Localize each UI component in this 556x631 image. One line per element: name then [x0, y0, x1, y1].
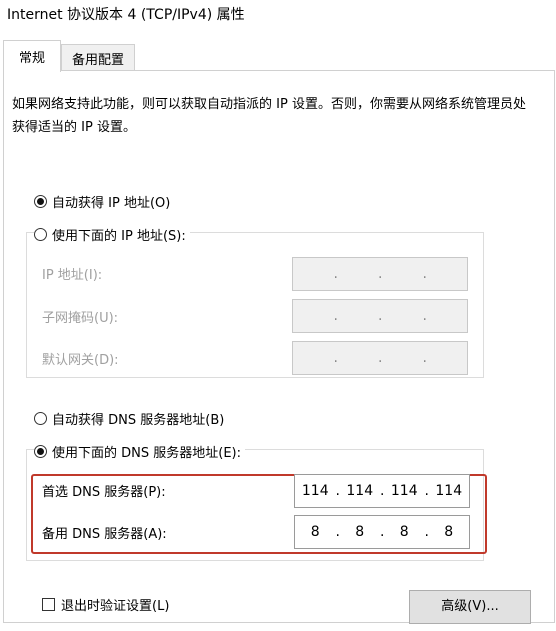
ip-octet	[293, 342, 334, 374]
ip-octet	[338, 342, 379, 374]
description-text: 如果网络支持此功能，则可以获取自动指派的 IP 设置。否则，你需要从网络系统管理…	[12, 97, 526, 135]
subnet-mask-label: 子网掩码(U):	[42, 311, 119, 326]
ip-octet	[293, 258, 334, 290]
ip-octet	[427, 258, 468, 290]
dns-octet: 8	[399, 524, 409, 540]
dns-octet: 114	[301, 483, 329, 499]
tcpip-properties-dialog: Internet 协议版本 4 (TCP/IPv4) 属性 常规 备用配置 如果…	[0, 0, 556, 631]
radio-button-selected[interactable]	[34, 195, 47, 208]
ip-octet	[427, 300, 468, 332]
validate-on-exit-checkbox[interactable]	[42, 598, 55, 611]
tab-general[interactable]: 常规	[3, 40, 61, 72]
advanced-button[interactable]: 高级(V)...	[409, 590, 531, 624]
radio-button-selected[interactable]	[34, 445, 47, 458]
preferred-dns-label: 首选 DNS 服务器(P):	[42, 485, 166, 500]
general-tab-panel: 如果网络支持此功能，则可以获取自动指派的 IP 设置。否则，你需要从网络系统管理…	[3, 70, 555, 624]
radio-auto-ip-label: 自动获得 IP 地址(O)	[52, 196, 171, 211]
validate-on-exit-checkbox-row[interactable]: 退出时验证设置(L)	[42, 595, 169, 614]
radio-manual-dns[interactable]: 使用下面的 DNS 服务器地址(E):	[34, 442, 245, 461]
radio-button-unselected[interactable]	[34, 228, 47, 241]
ip-octet	[382, 342, 423, 374]
ip-octet	[382, 300, 423, 332]
radio-auto-ip[interactable]: 自动获得 IP 地址(O)	[34, 192, 175, 211]
ip-octet	[338, 258, 379, 290]
radio-button-unselected[interactable]	[34, 412, 47, 425]
radio-auto-dns[interactable]: 自动获得 DNS 服务器地址(B)	[34, 409, 229, 428]
dns-octet: 8	[310, 524, 320, 540]
dns-octet: 114	[390, 483, 418, 499]
ip-octet	[338, 300, 379, 332]
preferred-dns-field[interactable]: 114. 114. 114. 114	[294, 474, 470, 508]
ip-octet	[293, 300, 334, 332]
dns-octet: 8	[444, 524, 454, 540]
radio-manual-dns-label: 使用下面的 DNS 服务器地址(E):	[52, 446, 241, 461]
ip-octet	[427, 342, 468, 374]
validate-on-exit-label: 退出时验证设置(L)	[61, 599, 170, 614]
radio-manual-ip-label: 使用下面的 IP 地址(S):	[52, 229, 186, 244]
alternate-dns-field[interactable]: 8. 8. 8. 8	[294, 515, 470, 549]
subnet-mask-field[interactable]: . . .	[292, 299, 468, 333]
ip-address-label: IP 地址(I):	[42, 268, 103, 283]
dns-octet: 8	[355, 524, 365, 540]
ip-address-field[interactable]: . . .	[292, 257, 468, 291]
radio-manual-ip[interactable]: 使用下面的 IP 地址(S):	[34, 225, 190, 244]
dns-octet: 114	[435, 483, 463, 499]
default-gateway-field[interactable]: . . .	[292, 341, 468, 375]
default-gateway-label: 默认网关(D):	[42, 353, 119, 368]
dns-octet: 114	[346, 483, 374, 499]
tab-alternate-configuration[interactable]: 备用配置	[61, 44, 135, 70]
ip-octet	[382, 258, 423, 290]
title-bar: Internet 协议版本 4 (TCP/IPv4) 属性	[0, 0, 556, 30]
radio-auto-dns-label: 自动获得 DNS 服务器地址(B)	[52, 413, 225, 428]
alternate-dns-label: 备用 DNS 服务器(A):	[42, 527, 167, 542]
window-title: Internet 协议版本 4 (TCP/IPv4) 属性	[7, 7, 245, 23]
